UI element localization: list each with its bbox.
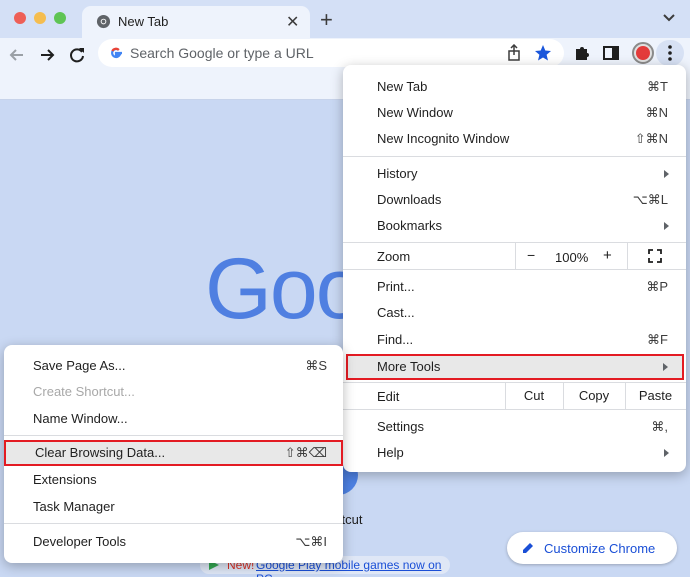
submenu-item-label: Developer Tools: [33, 534, 126, 549]
menu-item-edit: Edit: [377, 389, 400, 404]
window-minimize-button[interactable]: [34, 12, 46, 24]
tab-title: New Tab: [118, 14, 169, 29]
google-g-icon: [111, 47, 122, 59]
menu-item-shortcut: ⌘N: [645, 105, 668, 120]
chrome-icon: [96, 14, 111, 29]
submenu-item-save-page[interactable]: Save Page As... ⌘S: [4, 353, 343, 379]
menu-item-label: Cast...: [377, 305, 415, 320]
address-bar[interactable]: Search Google or type a URL: [98, 39, 564, 67]
menu-item-bookmarks[interactable]: Bookmarks: [343, 213, 686, 239]
cut-button[interactable]: Cut: [505, 382, 563, 409]
submenu-item-label: Task Manager: [33, 499, 115, 514]
submenu-arrow-icon: [663, 363, 668, 371]
menu-item-shortcut: ⌘,: [651, 419, 668, 434]
menu-item-shortcut: ⌥⌘L: [632, 192, 668, 207]
submenu-arrow-icon: [664, 222, 669, 230]
paste-button[interactable]: Paste: [625, 382, 686, 409]
menu-item-cast[interactable]: Cast...: [343, 300, 686, 326]
submenu-item-shortcut: ⌥⌘I: [295, 534, 327, 549]
menu-item-label: Zoom: [377, 249, 411, 264]
submenu-item-task-manager[interactable]: Task Manager: [4, 494, 343, 520]
menu-item-label: Find...: [377, 332, 414, 347]
back-arrow-icon[interactable]: [6, 44, 28, 66]
menu-item-label: New Tab: [377, 79, 428, 94]
submenu-item-label: Extensions: [33, 472, 97, 487]
menu-item-shortcut: ⌘P: [646, 279, 668, 294]
profile-dot: [636, 46, 650, 60]
avatar[interactable]: [632, 42, 654, 64]
share-icon[interactable]: [506, 44, 522, 62]
tab-strip: New Tab ✕ +: [0, 0, 690, 38]
fullscreen-icon[interactable]: [648, 249, 662, 263]
close-icon[interactable]: ✕: [286, 12, 299, 32]
menu-item-label: New Incognito Window: [377, 131, 510, 146]
submenu-arrow-icon: [664, 170, 669, 178]
menu-item-shortcut: ⇧⌘N: [634, 131, 668, 146]
plus-icon[interactable]: +: [320, 7, 333, 33]
window-close-button[interactable]: [14, 12, 26, 24]
menu-item-find[interactable]: Find... ⌘F: [343, 327, 686, 353]
submenu-item-create-shortcut: Create Shortcut...: [4, 379, 343, 405]
menu-divider: [343, 156, 686, 157]
customize-chrome-button[interactable]: Customize Chrome: [507, 532, 677, 564]
zoom-level: 100%: [555, 250, 589, 265]
menu-item-shortcut: ⌘F: [647, 332, 668, 347]
menu-item-history[interactable]: History: [343, 161, 686, 187]
forward-arrow-icon[interactable]: [36, 44, 58, 66]
kebab-menu-icon: [668, 45, 672, 61]
menu-item-downloads[interactable]: Downloads ⌥⌘L: [343, 187, 686, 213]
chrome-menu-button[interactable]: [656, 40, 684, 66]
copy-button[interactable]: Copy: [563, 382, 625, 409]
star-icon[interactable]: [534, 44, 552, 62]
submenu-item-developer-tools[interactable]: Developer Tools ⌥⌘I: [4, 529, 343, 555]
menu-item-help[interactable]: Help: [343, 440, 686, 466]
menu-item-label: History: [377, 166, 418, 181]
customize-chrome-label: Customize Chrome: [544, 541, 656, 556]
chrome-menu: New Tab ⌘T New Window ⌘N New Incognito W…: [343, 65, 686, 472]
chevron-down-icon[interactable]: [662, 12, 676, 24]
reload-icon[interactable]: [66, 44, 88, 66]
submenu-divider: [4, 523, 343, 524]
zoom-divider: [515, 242, 516, 269]
pencil-icon: [523, 543, 533, 553]
menu-divider: [343, 269, 686, 270]
submenu-item-extensions[interactable]: Extensions: [4, 467, 343, 493]
submenu-item-clear-browsing-data[interactable]: Clear Browsing Data... ⇧⌘⌫: [4, 440, 343, 466]
menu-item-print[interactable]: Print... ⌘P: [343, 274, 686, 300]
menu-item-new-incognito-window[interactable]: New Incognito Window ⇧⌘N: [343, 126, 686, 152]
tab-new-tab[interactable]: New Tab ✕: [82, 6, 310, 38]
menu-item-label: Help: [377, 445, 404, 460]
submenu-item-label: Name Window...: [33, 411, 128, 426]
menu-item-label: New Window: [377, 105, 453, 120]
menu-item-label: Print...: [377, 279, 415, 294]
window-zoom-button[interactable]: [54, 12, 66, 24]
submenu-arrow-icon: [664, 449, 669, 457]
menu-item-label: More Tools: [377, 359, 441, 374]
menu-item-shortcut: ⌘T: [647, 79, 668, 94]
google-logo: Goo: [205, 241, 364, 337]
menu-item-new-tab[interactable]: New Tab ⌘T: [343, 74, 686, 100]
search-input[interactable]: Search Google or type a URL: [130, 45, 314, 61]
menu-item-label: Bookmarks: [377, 218, 443, 233]
menu-item-settings[interactable]: Settings ⌘,: [343, 414, 686, 440]
menu-item-label: Downloads: [377, 192, 442, 207]
menu-item-label: Settings: [377, 419, 424, 434]
more-tools-submenu: Save Page As... ⌘S Create Shortcut... Na…: [4, 345, 343, 563]
side-panel-icon[interactable]: [602, 44, 620, 62]
zoom-divider: [627, 242, 628, 269]
submenu-item-label: Create Shortcut...: [33, 384, 135, 399]
menu-item-more-tools[interactable]: More Tools: [346, 354, 684, 380]
zoom-out-button[interactable]: −: [527, 247, 535, 263]
submenu-item-label: Save Page As...: [33, 358, 126, 373]
submenu-item-label: Clear Browsing Data...: [35, 445, 166, 460]
submenu-item-name-window[interactable]: Name Window...: [4, 406, 343, 432]
menu-item-new-window[interactable]: New Window ⌘N: [343, 100, 686, 126]
submenu-item-shortcut: ⇧⌘⌫: [284, 445, 327, 460]
menu-divider: [343, 409, 686, 410]
zoom-in-button[interactable]: +: [603, 247, 612, 264]
submenu-item-shortcut: ⌘S: [305, 358, 327, 373]
puzzle-icon[interactable]: [573, 44, 591, 62]
submenu-divider: [4, 435, 343, 436]
